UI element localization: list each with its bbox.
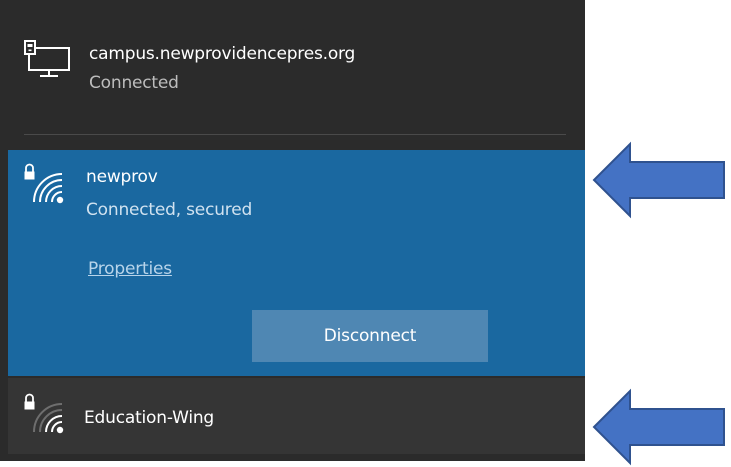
wifi-network-name: newprov bbox=[86, 167, 158, 187]
disconnect-button[interactable]: Disconnect bbox=[252, 310, 488, 362]
properties-link[interactable]: Properties bbox=[88, 259, 172, 279]
wifi-network-item-newprov[interactable]: newprov Connected, secured Properties Di… bbox=[8, 150, 585, 376]
wifi-network-name: Education-Wing bbox=[84, 408, 215, 428]
wired-network-item[interactable]: campus.newprovidencepres.org Connected bbox=[0, 0, 585, 148]
wifi-secured-icon bbox=[24, 393, 64, 434]
network-flyout: campus.newprovidencepres.org Connected n… bbox=[0, 0, 585, 461]
wifi-network-status: Connected, secured bbox=[86, 200, 253, 220]
wifi-network-item-education-wing[interactable]: Education-Wing bbox=[8, 378, 585, 454]
wired-network-status: Connected bbox=[89, 73, 179, 93]
section-divider bbox=[24, 134, 566, 135]
left-arrow-icon bbox=[592, 141, 725, 219]
wifi-secured-icon bbox=[24, 163, 64, 204]
wired-network-name: campus.newprovidencepres.org bbox=[89, 44, 356, 64]
ethernet-monitor-icon bbox=[24, 40, 70, 77]
left-arrow-icon bbox=[592, 388, 725, 466]
